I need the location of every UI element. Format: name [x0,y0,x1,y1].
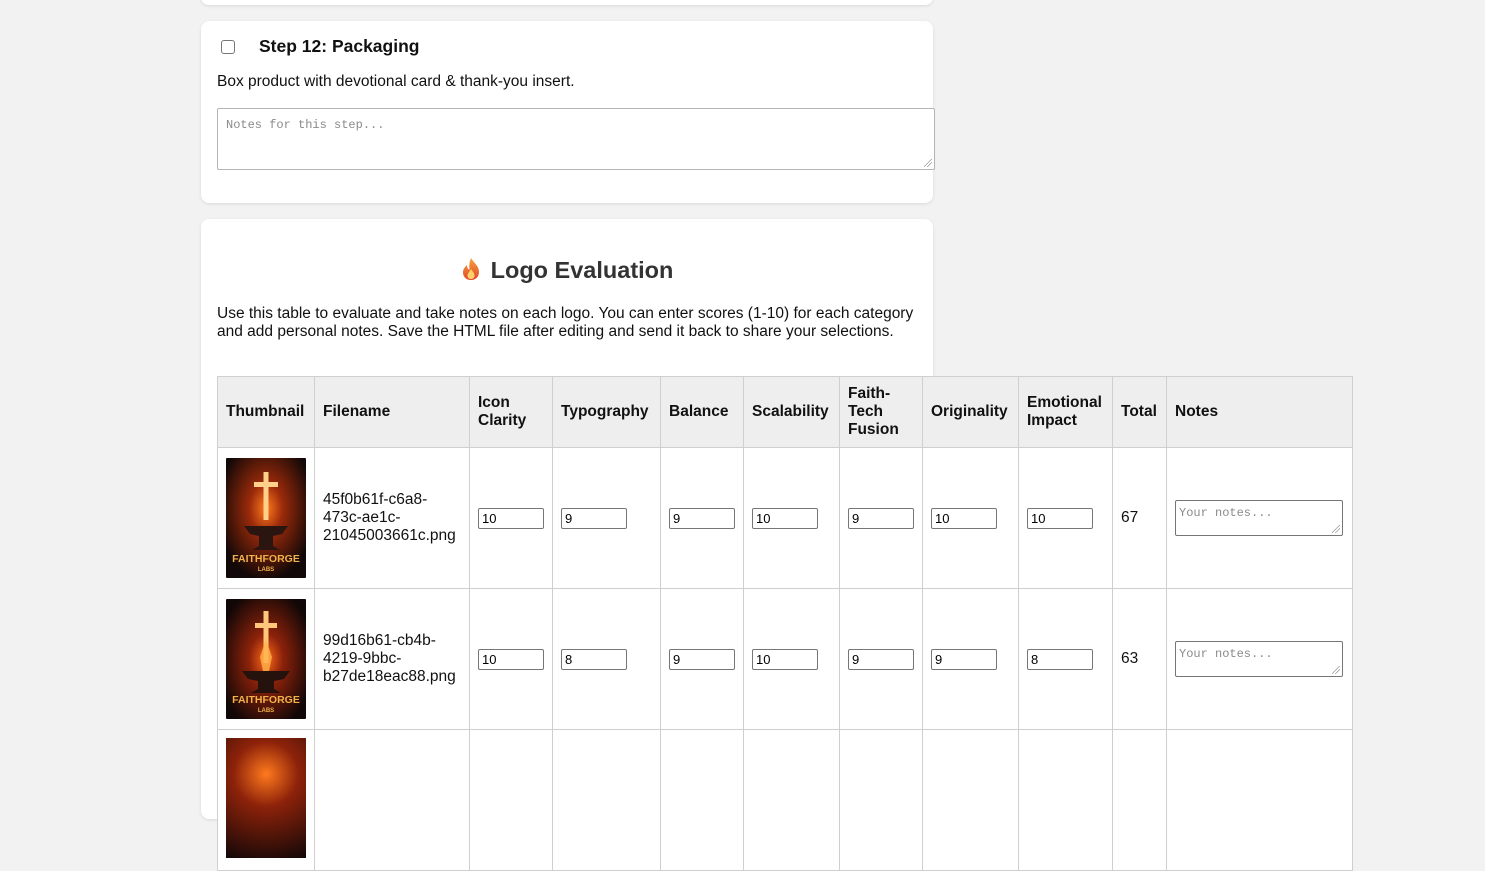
balance-input[interactable] [669,648,735,670]
icon-clarity-cell [469,447,553,589]
col-header-emotional-impact: Emotional Impact [1018,376,1113,448]
balance-input[interactable] [669,507,735,529]
scalability-input[interactable] [752,648,818,670]
scalability-cell [743,729,840,871]
icon-clarity-cell [469,729,553,871]
balance-cell [660,588,744,730]
step-title: Step 12: Packaging [259,36,420,56]
table-row [217,729,1353,871]
resize-grip-icon[interactable] [924,159,932,167]
faith-tech-fusion-cell [839,588,923,730]
row-notes-textarea[interactable]: Your notes... [1175,500,1343,536]
originality-input[interactable] [931,648,997,670]
emotional-impact-input[interactable] [1027,648,1093,670]
faith-tech-fusion-input[interactable] [848,648,914,670]
step-notes-textarea[interactable]: Notes for this step... [217,108,935,170]
col-header-notes: Notes [1166,376,1353,448]
col-header-originality: Originality [922,376,1019,448]
scalability-cell [743,588,840,730]
logo-thumbnail[interactable]: FAITHFORGE LABS [226,458,306,578]
emotional-impact-cell [1018,447,1113,589]
svg-text:FAITHFORGE: FAITHFORGE [232,553,300,565]
step-notes-placeholder: Notes for this step... [226,118,385,132]
icon-clarity-input[interactable] [478,507,544,529]
col-header-faith-tech-fusion: Faith-Tech Fusion [839,376,923,448]
originality-cell [922,588,1019,730]
svg-text:LABS: LABS [258,708,274,714]
step-description: Box product with devotional card & thank… [217,73,575,90]
originality-input[interactable] [931,507,997,529]
typography-input[interactable] [561,648,627,670]
typography-cell [552,447,661,589]
row-notes-placeholder: Your notes... [1179,506,1273,520]
total-cell [1112,729,1167,871]
svg-text:FAITHFORGE: FAITHFORGE [232,694,300,706]
scalability-input[interactable] [752,507,818,529]
col-header-balance: Balance [660,376,744,448]
step-card: Step 12: Packaging Box product with devo… [201,21,935,203]
row-notes-textarea[interactable]: Your notes... [1175,641,1343,677]
thumbnail-cell [217,729,315,871]
thumbnail-cell: FAITHFORGE LABS [217,447,315,589]
logo-thumbnail[interactable] [226,738,306,858]
table-row: FAITHFORGE LABS 99d16b61-cb4b-4219-9bbc-… [217,588,1353,730]
originality-cell [922,447,1019,589]
thumbnail-cell: FAITHFORGE LABS [217,588,315,730]
evaluation-heading: Logo Evaluation [201,257,933,287]
scalability-cell [743,447,840,589]
balance-cell [660,729,744,871]
col-header-total: Total [1112,376,1167,448]
filename-cell [314,729,470,871]
logo-thumbnail[interactable]: FAITHFORGE LABS [226,599,306,719]
typography-input[interactable] [561,507,627,529]
notes-cell: Your notes... [1166,588,1353,730]
row-notes-placeholder: Your notes... [1179,647,1273,661]
total-cell: 67 [1112,447,1167,589]
emotional-impact-input[interactable] [1027,507,1093,529]
faith-tech-fusion-cell [839,447,923,589]
filename-cell: 99d16b61-cb4b-4219-9bbc-b27de18eac88.png [314,588,470,730]
previous-step-card [201,0,933,5]
step-complete-checkbox[interactable] [221,39,235,54]
emotional-impact-cell [1018,729,1113,871]
notes-cell [1166,729,1353,871]
table-row: FAITHFORGE LABS 45f0b61f-c6a8-473c-ae1c-… [217,447,1353,589]
svg-text:LABS: LABS [258,567,274,573]
icon-clarity-input[interactable] [478,648,544,670]
filename-cell: 45f0b61f-c6a8-473c-ae1c-21045003661c.png [314,447,470,589]
col-header-typography: Typography [552,376,661,448]
resize-grip-icon[interactable] [1332,525,1340,533]
balance-cell [660,447,744,589]
step-header: Step 12: Packaging [217,36,419,57]
typography-cell [552,588,661,730]
originality-cell [922,729,1019,871]
faith-tech-fusion-input[interactable] [848,507,914,529]
col-header-icon-clarity: Icon Clarity [469,376,553,448]
total-cell: 63 [1112,588,1167,730]
emotional-impact-cell [1018,588,1113,730]
typography-cell [552,729,661,871]
resize-grip-icon[interactable] [1332,666,1340,674]
evaluation-title: Logo Evaluation [490,257,674,283]
flame-icon [461,257,481,287]
faith-tech-fusion-cell [839,729,923,871]
notes-cell: Your notes... [1166,447,1353,589]
icon-clarity-cell [469,588,553,730]
col-header-scalability: Scalability [743,376,840,448]
evaluation-table: Thumbnail Filename Icon Clarity Typograp… [217,376,1353,871]
evaluation-intro: Use this table to evaluate and take note… [217,305,914,340]
col-header-filename: Filename [314,376,470,448]
col-header-thumbnail: Thumbnail [217,376,315,448]
table-header-row: Thumbnail Filename Icon Clarity Typograp… [217,376,1353,448]
